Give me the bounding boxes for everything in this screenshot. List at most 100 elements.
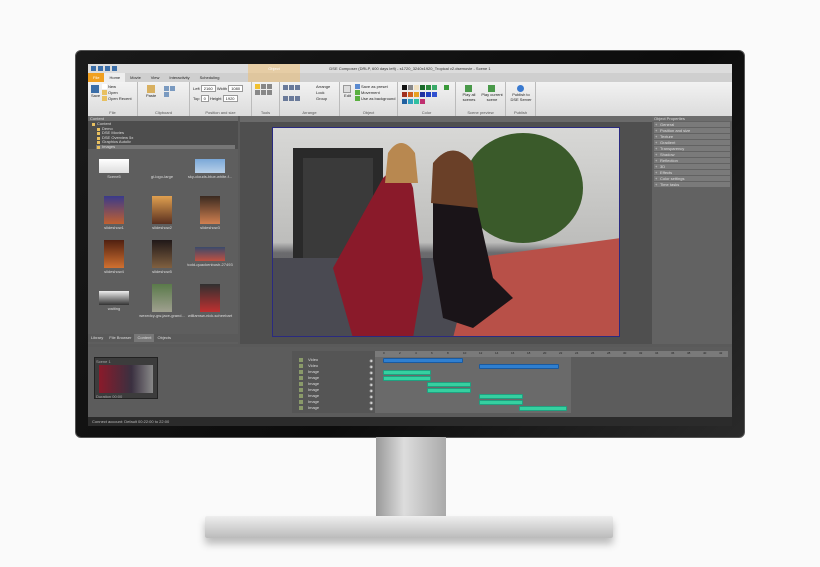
redo-icon[interactable] [112, 66, 117, 71]
thumbnail-item[interactable]: williamsw-nick-scheebart [187, 283, 233, 325]
tab-view[interactable]: View [146, 73, 165, 82]
thumbnail-item[interactable]: wexedcy-gw-jace-grand... [139, 283, 185, 325]
thumbnail-item[interactable]: slideshow2 [139, 195, 185, 237]
timeline-clip[interactable] [479, 394, 523, 399]
property-section[interactable]: Shadow [654, 152, 730, 157]
timeline-tick: 36 [671, 351, 675, 355]
property-section[interactable]: Gradient [654, 140, 730, 145]
canvas-ruler [240, 116, 652, 122]
distribute-icon[interactable] [289, 95, 294, 101]
format-icon[interactable] [164, 91, 169, 97]
color-swatch[interactable] [420, 99, 425, 104]
color-swatch[interactable] [402, 92, 407, 97]
property-section[interactable]: Time tasks [654, 182, 730, 187]
color-swatch[interactable] [408, 85, 413, 90]
distribute-icon[interactable] [283, 95, 288, 101]
layer-row[interactable]: Image ◉ [292, 405, 375, 411]
tab-objects[interactable]: Objects [154, 334, 174, 342]
timeline-clip[interactable] [479, 364, 559, 369]
thumbnail-item[interactable]: sky-clouds-blue-white-f... [187, 151, 233, 193]
scene-thumbnail[interactable]: Scene 1 Duration 00:00 [94, 357, 158, 399]
align-icon[interactable] [289, 85, 294, 91]
timeline-clip[interactable] [383, 370, 431, 375]
scene-canvas[interactable] [240, 116, 652, 344]
color-swatch[interactable] [408, 92, 413, 97]
color-swatch[interactable] [414, 85, 419, 90]
tab-file[interactable]: File [88, 73, 105, 82]
context-tab-object[interactable]: Object [248, 64, 300, 82]
tab-library[interactable]: Library [88, 334, 106, 342]
tree-item-selected[interactable]: Images [96, 144, 235, 149]
thumbnail-item[interactable]: slideshow5 [139, 239, 185, 281]
tab-content[interactable]: Content [134, 334, 155, 342]
color-swatch[interactable] [408, 99, 413, 104]
property-section[interactable]: Reflection [654, 158, 730, 163]
distribute-icon[interactable] [295, 95, 300, 101]
timeline-clip[interactable] [519, 406, 567, 411]
property-section[interactable]: Texture [654, 134, 730, 139]
play-all-button[interactable]: Play all scenes [459, 85, 479, 102]
select-tool-icon[interactable] [255, 84, 260, 90]
color-swatch[interactable] [420, 92, 425, 97]
fill-color-icon[interactable] [444, 85, 449, 90]
width-input[interactable]: 1080 [228, 85, 244, 92]
property-section[interactable]: Color settings [654, 176, 730, 181]
color-swatch[interactable] [414, 99, 419, 104]
tab-home[interactable]: Home [104, 73, 126, 82]
property-section[interactable]: Effects [654, 170, 730, 175]
use-background-button[interactable]: Use as background [355, 96, 395, 102]
property-section[interactable]: General [654, 122, 730, 127]
top-input[interactable]: 0 [200, 95, 209, 102]
open-recent-button[interactable]: Open Recent [102, 96, 132, 102]
undo-icon[interactable] [105, 66, 110, 71]
save-icon[interactable] [98, 66, 103, 71]
play-current-button[interactable]: Play current scene [481, 85, 503, 102]
save-button[interactable]: Save [91, 85, 100, 98]
tab-scheduling[interactable]: Scheduling [195, 73, 225, 82]
color-swatch[interactable] [402, 85, 407, 90]
align-icon[interactable] [283, 85, 288, 91]
visibility-eye-icon[interactable]: ◉ [370, 406, 374, 412]
eyedropper-icon[interactable] [267, 89, 272, 95]
color-swatch[interactable] [426, 85, 431, 90]
thumbnail-item[interactable]: slideshow1 [91, 195, 137, 237]
thumbnail-item[interactable]: slideshow4 [91, 239, 137, 281]
rotate-tool-icon[interactable] [255, 89, 260, 95]
height-input[interactable]: 1920 [222, 95, 238, 102]
cut-icon[interactable] [164, 86, 169, 92]
scene-image[interactable] [272, 127, 620, 337]
thumbnail-item[interactable]: todd-quackenbush-27493 [187, 239, 233, 281]
publish-button[interactable]: Publish to DSE Server [509, 85, 533, 102]
paste-button[interactable]: Paste [146, 85, 156, 98]
color-swatch[interactable] [426, 92, 431, 97]
timeline-clip[interactable] [479, 400, 523, 405]
thumbnail-item[interactable]: gi-logo-large [139, 151, 185, 193]
thumbnail-item[interactable]: Scene5 [91, 151, 137, 193]
zoom-tool-icon[interactable] [267, 84, 272, 90]
color-swatch[interactable] [432, 85, 437, 90]
tab-file-browser[interactable]: File Browser [106, 334, 134, 342]
thumbnail-item[interactable]: waiting [91, 283, 137, 325]
align-icon[interactable] [295, 85, 300, 91]
timeline-clip[interactable] [383, 376, 431, 381]
property-section[interactable]: 3D [654, 164, 730, 169]
timeline-clip[interactable] [427, 388, 471, 393]
property-section[interactable]: Position and size [654, 128, 730, 133]
copy-icon[interactable] [170, 86, 175, 92]
color-swatch[interactable] [420, 85, 425, 90]
property-section[interactable]: Transparency [654, 146, 730, 151]
pan-tool-icon[interactable] [261, 84, 266, 90]
color-swatch[interactable] [402, 99, 407, 104]
crop-tool-icon[interactable] [261, 89, 266, 95]
edit-button[interactable]: Edit [343, 85, 352, 98]
left-input[interactable]: 2160 [200, 85, 216, 92]
timeline-clip[interactable] [427, 382, 471, 387]
group-dropdown[interactable]: Group [316, 96, 330, 102]
color-swatch[interactable] [432, 92, 437, 97]
tab-movie[interactable]: Movie [125, 73, 146, 82]
group-label: Scene preview [467, 110, 494, 115]
timeline-clip[interactable] [383, 358, 463, 363]
color-swatch[interactable] [414, 92, 419, 97]
tab-interactivity[interactable]: Interactivity [164, 73, 194, 82]
thumbnail-item[interactable]: slideshow3 [187, 195, 233, 237]
